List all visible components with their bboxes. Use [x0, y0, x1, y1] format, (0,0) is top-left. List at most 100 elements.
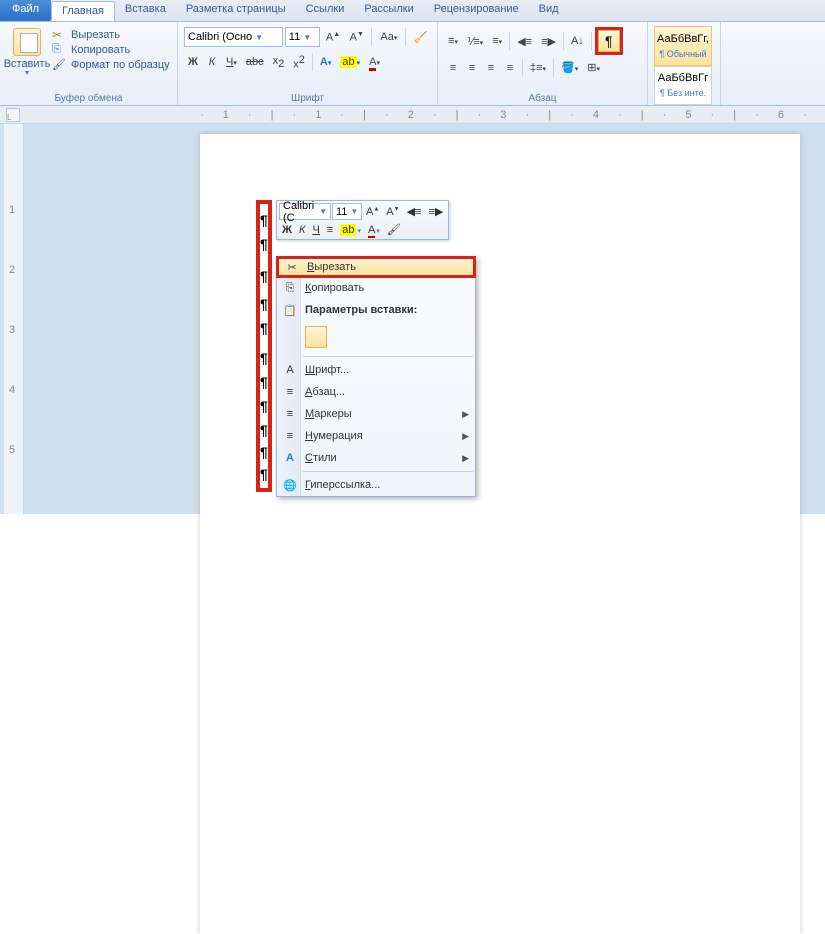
mini-toolbar: Calibri (С▼ 11▼ A▲ A▼ ◀≡ ≡▶ Ж К Ч ≡ ab▾ …: [276, 200, 449, 240]
tab-file[interactable]: Файл: [0, 0, 51, 21]
mini-bold[interactable]: Ж: [279, 223, 295, 237]
group-paragraph: ≡▾ ⅟≡▾ ≡▾ ◀≡ ≡▶ A↓ ¶ ≡ ≡ ≡ ≡ ‡≡▾ 🪣▾ ⊞▾ А…: [438, 22, 648, 105]
style-no-spacing[interactable]: АаБбВвГг ¶ Без инте.: [654, 66, 712, 106]
superscript-button[interactable]: x2: [289, 51, 309, 74]
align-left-button[interactable]: ≡: [444, 59, 462, 77]
paste-icon: [13, 28, 41, 56]
mini-shrink-font[interactable]: A▼: [383, 205, 402, 219]
mini-font-color[interactable]: A▾: [365, 223, 383, 237]
bullets-icon: ≡: [282, 408, 298, 420]
mini-grow-font[interactable]: A▲: [363, 205, 382, 219]
mini-font-combo[interactable]: Calibri (С▼: [279, 203, 331, 220]
increase-indent-button[interactable]: ≡▶: [537, 32, 560, 51]
cm-numbering[interactable]: ≡ Нумерация ▶: [277, 425, 475, 447]
submenu-arrow-icon: ▶: [462, 431, 469, 442]
tab-references[interactable]: Ссылки: [296, 0, 355, 21]
tab-home[interactable]: Главная: [51, 1, 115, 21]
numbering-button[interactable]: ⅟≡▾: [463, 32, 487, 51]
vertical-ruler[interactable]: 12345: [4, 124, 24, 514]
group-clipboard: Вставить ▼ Вырезать Копировать Формат по…: [0, 22, 178, 105]
pilcrow-column-highlight: [256, 200, 272, 492]
copy-icon: [52, 43, 68, 57]
borders-button[interactable]: ⊞▾: [583, 58, 604, 77]
mini-format-painter[interactable]: 🖌: [384, 222, 404, 237]
style-normal[interactable]: АаБбВвГг, ¶ Обычный: [654, 26, 712, 66]
show-marks-button[interactable]: ¶: [598, 30, 620, 52]
mini-increase-indent[interactable]: ≡▶: [425, 204, 446, 219]
bullets-button[interactable]: ≡▾: [444, 32, 462, 50]
highlight-button[interactable]: ab▾: [336, 53, 364, 71]
submenu-arrow-icon: ▶: [462, 453, 469, 464]
paragraph-icon: ≡: [282, 386, 298, 398]
decrease-indent-button[interactable]: ◀≡: [513, 32, 536, 51]
tab-review[interactable]: Рецензирование: [424, 0, 529, 21]
ribbon: Вставить ▼ Вырезать Копировать Формат по…: [0, 22, 825, 106]
mini-align-center[interactable]: ≡: [324, 223, 336, 237]
group-font: Calibri (Осно▼ 11▼ A▲ A▼ Aa▾ 🧹 Ж К Ч▾ ab…: [178, 22, 438, 105]
group-styles: АаБбВвГг, ¶ Обычный АаБбВвГг ¶ Без инте.: [648, 22, 721, 105]
font-color-button[interactable]: A▾: [365, 53, 384, 71]
align-center-button[interactable]: ≡: [463, 59, 481, 77]
tab-mailings[interactable]: Рассылки: [354, 0, 423, 21]
shading-button[interactable]: 🪣▾: [557, 58, 582, 77]
subscript-button[interactable]: x2: [269, 52, 289, 73]
cm-paste-options-header: 📋 Параметры вставки:: [277, 299, 475, 321]
align-right-button[interactable]: ≡: [482, 59, 500, 77]
mini-underline[interactable]: Ч: [309, 223, 322, 237]
sort-button[interactable]: A↓: [567, 32, 588, 50]
change-case-button[interactable]: Aa▾: [376, 28, 400, 46]
shrink-font-button[interactable]: A▼: [346, 28, 368, 47]
group-label-clipboard: Буфер обмена: [0, 93, 177, 104]
pilcrow-highlight: ¶: [595, 27, 623, 55]
context-menu: ✂ Вырезать ⎘ Копировать 📋 Параметры вста…: [276, 256, 476, 497]
cm-font[interactable]: A Шрифт...: [277, 359, 475, 381]
tab-view[interactable]: Вид: [529, 0, 569, 21]
paste-button[interactable]: Вставить ▼: [6, 24, 48, 77]
paste-keep-formatting-button[interactable]: [305, 326, 327, 348]
strikethrough-button[interactable]: abc: [242, 53, 268, 71]
paste-label: Вставить: [4, 58, 51, 70]
multilevel-button[interactable]: ≡▾: [488, 32, 506, 50]
clear-formatting-button[interactable]: 🧹: [410, 28, 431, 47]
cm-paste-options: [277, 321, 475, 354]
cut-button[interactable]: Вырезать: [52, 28, 170, 42]
copy-button[interactable]: Копировать: [52, 43, 170, 57]
cm-copy[interactable]: ⎘ Копировать: [277, 277, 475, 299]
mini-highlight[interactable]: ab▾: [337, 223, 364, 237]
format-painter-button[interactable]: Формат по образцу: [52, 58, 170, 72]
tab-layout[interactable]: Разметка страницы: [176, 0, 296, 21]
brush-icon: [52, 58, 68, 72]
copy-icon: ⎘: [282, 282, 298, 295]
cm-bullets[interactable]: ≡ Маркеры ▶: [277, 403, 475, 425]
cm-hyperlink[interactable]: 🌐 Гиперссылка...: [277, 474, 475, 496]
font-a-icon: A: [282, 364, 298, 376]
cm-styles[interactable]: A Стили ▶: [277, 447, 475, 469]
scissors-icon: ✂: [284, 261, 300, 274]
bold-button[interactable]: Ж: [184, 53, 202, 71]
ruler-corner[interactable]: L: [6, 108, 20, 122]
mini-size-combo[interactable]: 11▼: [332, 203, 362, 220]
font-size-combo[interactable]: 11▼: [285, 27, 320, 47]
scissors-icon: [52, 28, 68, 42]
italic-button[interactable]: К: [203, 53, 221, 71]
submenu-arrow-icon: ▶: [462, 409, 469, 420]
text-effects-button[interactable]: A▾: [316, 53, 335, 71]
cm-paragraph[interactable]: ≡ Абзац...: [277, 381, 475, 403]
underline-button[interactable]: Ч▾: [222, 53, 241, 71]
group-label-font: Шрифт: [178, 93, 437, 104]
cm-cut[interactable]: ✂ Вырезать: [276, 256, 476, 278]
mini-decrease-indent[interactable]: ◀≡: [404, 204, 425, 219]
grow-font-button[interactable]: A▲: [322, 28, 344, 47]
tab-insert[interactable]: Вставка: [115, 0, 176, 21]
group-label-paragraph: Абзац: [438, 93, 647, 104]
mini-italic[interactable]: К: [296, 223, 308, 237]
styles-a-icon: A: [282, 452, 298, 464]
horizontal-ruler[interactable]: L · 1 · | · 1 · | · 2 · | · 3 · | · 4 · …: [0, 106, 825, 124]
numbering-icon: ≡: [282, 430, 298, 442]
document-page[interactable]: [200, 134, 800, 934]
font-name-combo[interactable]: Calibri (Осно▼: [184, 27, 283, 47]
justify-button[interactable]: ≡: [501, 59, 519, 77]
ribbon-tabs: Файл Главная Вставка Разметка страницы С…: [0, 0, 825, 22]
line-spacing-button[interactable]: ‡≡▾: [526, 59, 550, 77]
clipboard-icon: 📋: [282, 304, 298, 317]
